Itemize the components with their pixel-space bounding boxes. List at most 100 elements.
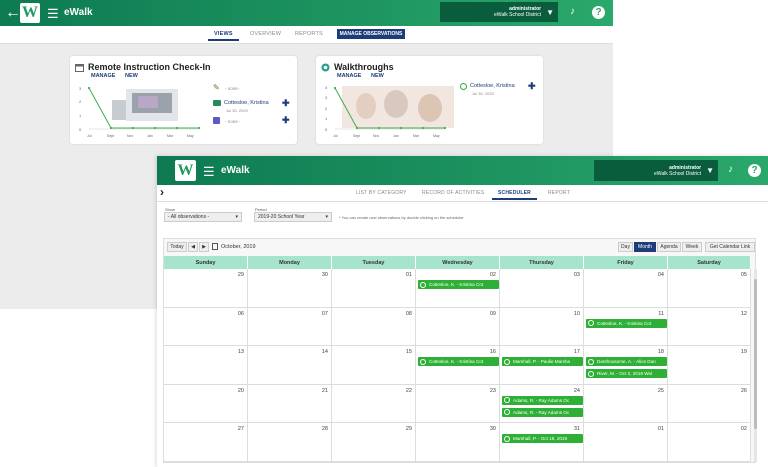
day-number: 14 bbox=[321, 349, 328, 356]
add-entry-icon[interactable]: ✚ bbox=[282, 98, 290, 109]
user-menu[interactable]: administrator eWalk School District ▼ bbox=[440, 2, 558, 22]
day-cell[interactable]: 14 bbox=[248, 346, 332, 385]
y-tick: 1 bbox=[79, 113, 82, 118]
day-cell[interactable]: 23 bbox=[416, 384, 500, 424]
tab-views[interactable]: VIEWS bbox=[208, 31, 239, 41]
data-point bbox=[333, 86, 337, 90]
back-arrow-icon[interactable]: ← bbox=[5, 4, 21, 22]
day-cell[interactable]: 19 bbox=[668, 346, 751, 385]
new-link[interactable]: NEW bbox=[125, 73, 138, 79]
manage-link[interactable]: MANAGE bbox=[337, 73, 361, 79]
entry-cottesloe[interactable]: Cottesloe, Kristina bbox=[470, 83, 515, 89]
add-entry-icon[interactable]: ✚ bbox=[282, 115, 290, 126]
data-point bbox=[175, 126, 179, 130]
view-day-button[interactable]: Day bbox=[618, 242, 633, 252]
calendar-event[interactable]: Cottesloe, K. - Kristina Cot bbox=[418, 357, 499, 367]
day-header: Wednesday bbox=[416, 256, 500, 269]
tab-overview[interactable]: OVERVIEW bbox=[250, 31, 281, 37]
day-cell[interactable]: 01 bbox=[584, 423, 668, 462]
bell-icon[interactable]: ♪ bbox=[570, 6, 575, 17]
day-number: 24 bbox=[573, 387, 580, 394]
tab-record-of-activities[interactable]: RECORD OF ACTIVITIES bbox=[422, 190, 484, 196]
bell-icon[interactable]: ♪ bbox=[728, 164, 733, 175]
expand-chevron-icon[interactable]: › bbox=[160, 185, 164, 199]
x-tick: Jan bbox=[147, 134, 153, 138]
day-cell[interactable]: 21 bbox=[248, 384, 332, 424]
tab-report[interactable]: REPORT bbox=[548, 190, 570, 196]
day-cell[interactable]: 29 bbox=[332, 423, 416, 462]
day-cell[interactable]: 06 bbox=[164, 307, 248, 347]
data-point bbox=[443, 126, 447, 130]
day-cell[interactable]: 12 bbox=[668, 307, 751, 347]
data-point bbox=[131, 126, 135, 130]
calendar-event[interactable]: Danthousome, A. - Alice Dan bbox=[586, 357, 667, 367]
day-number: 29 bbox=[405, 426, 412, 433]
show-select[interactable]: - All observations - ▾ bbox=[164, 212, 242, 222]
day-cell[interactable]: 08 bbox=[332, 307, 416, 347]
day-cell[interactable]: 29 bbox=[164, 269, 248, 308]
calendar-icon bbox=[75, 63, 84, 72]
calendar-event[interactable]: Cottesloe, K. - Kristina Cot bbox=[586, 318, 667, 328]
x-tick: Sept bbox=[353, 134, 361, 138]
x-tick: May bbox=[187, 134, 194, 138]
calendar-event[interactable]: Adams, R. - Ray Adams Oc bbox=[502, 407, 583, 417]
day-cell[interactable]: 15 bbox=[332, 346, 416, 385]
day-cell[interactable]: 04 bbox=[584, 269, 668, 308]
tab-reports[interactable]: REPORTS bbox=[295, 31, 323, 37]
data-point bbox=[109, 126, 113, 130]
day-cell[interactable]: 25 bbox=[584, 384, 668, 424]
view-agenda-button[interactable]: Agenda bbox=[657, 242, 681, 252]
day-cell[interactable]: 26 bbox=[668, 384, 751, 424]
day-cell[interactable]: 07 bbox=[248, 307, 332, 347]
entry-cottesloe[interactable]: Cottesloe, Kristina bbox=[224, 100, 269, 106]
day-cell[interactable]: 27 bbox=[164, 423, 248, 462]
view-month-button[interactable]: Month bbox=[634, 242, 656, 252]
day-cell[interactable]: 28 bbox=[248, 423, 332, 462]
day-number: 02 bbox=[740, 426, 747, 433]
ewalk-logo[interactable]: W bbox=[175, 160, 196, 181]
calendar-event[interactable]: Cottesloe, K. - Kristina Cot bbox=[418, 280, 499, 289]
day-cell[interactable]: 13 bbox=[164, 346, 248, 385]
manage-observations-button[interactable]: MANAGE OBSERVATIONS bbox=[337, 29, 405, 39]
app-title: eWalk bbox=[64, 7, 93, 18]
add-entry-icon[interactable]: ✚ bbox=[528, 81, 536, 92]
calendar-event[interactable]: Marshall, P. - Oct 18, 2019 bbox=[502, 434, 583, 444]
entry-date: Jul 30, 2020 bbox=[472, 91, 494, 96]
menu-icon[interactable]: ☰ bbox=[47, 6, 59, 22]
day-cell[interactable]: 22 bbox=[332, 384, 416, 424]
day-cell[interactable]: 20 bbox=[164, 384, 248, 424]
day-cell[interactable]: 30 bbox=[416, 423, 500, 462]
day-cell[interactable]: 01 bbox=[332, 269, 416, 308]
day-cell[interactable]: 30 bbox=[248, 269, 332, 308]
help-icon[interactable]: ? bbox=[592, 6, 605, 19]
tab-scheduler[interactable]: SCHEDULER bbox=[492, 190, 537, 200]
calendar-scrollbar[interactable] bbox=[754, 269, 757, 462]
calendar-event[interactable]: Adams, R. - Ray Adams Oc bbox=[502, 395, 583, 405]
calendar-icon[interactable] bbox=[212, 243, 218, 250]
today-button[interactable]: Today bbox=[167, 242, 187, 252]
prev-month-icon[interactable]: ◀ bbox=[188, 242, 198, 252]
menu-icon[interactable]: ☰ bbox=[203, 164, 215, 180]
day-cell[interactable]: 09 bbox=[416, 307, 500, 347]
new-link[interactable]: NEW bbox=[371, 73, 384, 79]
tab-list-by-category[interactable]: LIST BY CATEGORY bbox=[356, 190, 407, 196]
app-header: ← W ☰ eWalk administrator eWalk School D… bbox=[0, 0, 613, 26]
day-cell[interactable]: 02 bbox=[668, 423, 751, 462]
user-menu[interactable]: administrator eWalk School District ▼ bbox=[594, 160, 718, 181]
view-week-button[interactable]: Week bbox=[682, 242, 702, 252]
calendar-event[interactable]: River, M. - Oct 2, 2019 Wal bbox=[586, 369, 667, 379]
day-cell[interactable]: 05 bbox=[668, 269, 751, 308]
next-month-icon[interactable]: ▶ bbox=[199, 242, 209, 252]
ewalk-logo[interactable]: W bbox=[20, 3, 40, 23]
day-number: 19 bbox=[740, 349, 747, 356]
manage-link[interactable]: MANAGE bbox=[91, 73, 115, 79]
help-icon[interactable]: ? bbox=[748, 164, 761, 177]
day-number: 08 bbox=[405, 310, 412, 317]
walkthrough-icon bbox=[321, 63, 330, 71]
period-select[interactable]: 2019-20 School Year ▾ bbox=[254, 212, 332, 222]
day-cell[interactable]: 10 bbox=[500, 307, 584, 347]
day-number: 03 bbox=[573, 272, 580, 278]
get-calendar-link-button[interactable]: Get Calendar Link bbox=[705, 242, 755, 252]
day-cell[interactable]: 03 bbox=[500, 269, 584, 308]
calendar-event[interactable]: Marshall, P. - Paulie Marsha bbox=[502, 357, 583, 367]
